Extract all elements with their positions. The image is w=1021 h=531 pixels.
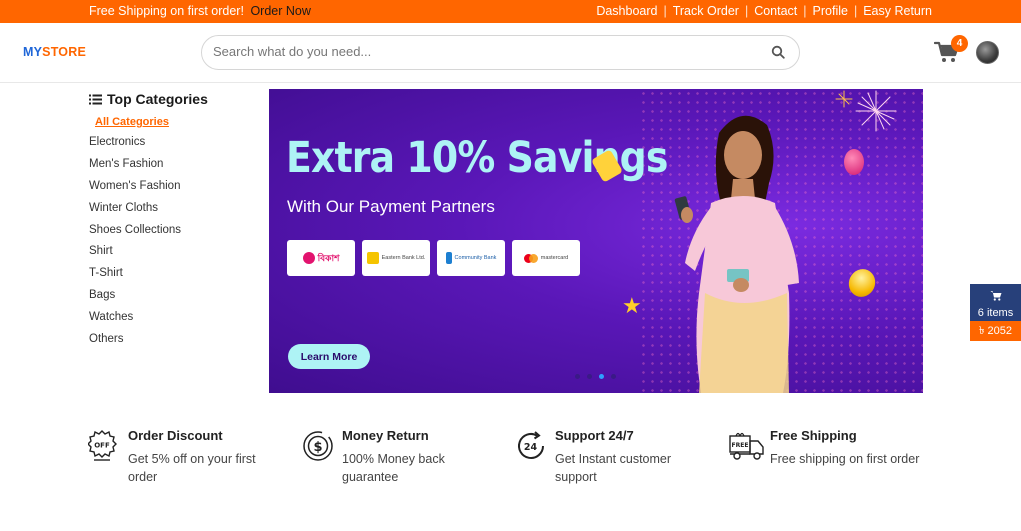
- nav-separator: |: [744, 4, 749, 18]
- top-nav: Dashboard | Track Order | Contact | Prof…: [596, 4, 932, 18]
- list-icon: [89, 94, 102, 104]
- carousel-indicators: [575, 374, 623, 379]
- cart-count-badge: 4: [951, 35, 968, 52]
- category-list: Electronics Men's Fashion Women's Fashio…: [89, 132, 259, 351]
- partner-logo-community-bank: Community Bank: [437, 240, 505, 276]
- payment-partners: বিকাশ Eastern Bank Ltd. Community Bank m…: [287, 240, 587, 276]
- ornament-decoration: [844, 149, 864, 175]
- svg-text:24: 24: [524, 442, 538, 453]
- category-item-mens-fashion[interactable]: Men's Fashion: [89, 154, 259, 176]
- nav-track-order[interactable]: Track Order: [673, 4, 739, 18]
- bkash-logo-icon: [302, 252, 315, 264]
- floating-cart-widget[interactable]: 6 items ৳ 2052: [970, 284, 1021, 341]
- floating-cart-item-count: 6 items: [977, 307, 1014, 319]
- partner-logo-mastercard: mastercard: [512, 240, 580, 276]
- carousel-dot[interactable]: [575, 374, 580, 379]
- feature-title: Free Shipping: [770, 428, 857, 443]
- search-icon[interactable]: [771, 45, 785, 59]
- search-input[interactable]: [213, 44, 753, 59]
- feature-description: Get Instant customer support: [555, 452, 672, 484]
- top-announcement-bar: Free Shipping on first order! Order Now …: [0, 0, 1021, 23]
- partner-name: Eastern Bank Ltd.: [381, 255, 426, 261]
- category-item-electronics[interactable]: Electronics: [89, 132, 259, 154]
- money-return-icon: $: [303, 431, 333, 461]
- model-illustration: [674, 115, 799, 393]
- feature-title: Support 24/7: [555, 428, 634, 443]
- nav-profile[interactable]: Profile: [813, 4, 848, 18]
- all-categories-link[interactable]: All Categories: [95, 116, 259, 128]
- partner-name: Community Bank: [454, 255, 497, 261]
- mastercard-logo-icon: [523, 253, 538, 263]
- svg-text:OFF: OFF: [94, 442, 110, 450]
- partner-logo-bkash: বিকাশ: [287, 240, 355, 276]
- star-decoration: ★: [622, 293, 642, 318]
- svg-text:FREE: FREE: [732, 442, 749, 449]
- categories-title: Top Categories: [107, 91, 208, 107]
- search-bar: [201, 35, 800, 70]
- category-item-bags[interactable]: Bags: [89, 285, 259, 307]
- firework-decoration: [835, 90, 897, 132]
- partner-name: বিকাশ: [317, 252, 340, 263]
- nav-separator: |: [803, 4, 807, 18]
- feature-description: Get 5% off on your first order: [128, 452, 256, 484]
- user-avatar[interactable]: [976, 41, 999, 64]
- nav-dashboard[interactable]: Dashboard: [596, 4, 657, 18]
- nav-contact[interactable]: Contact: [754, 4, 797, 18]
- categories-heading: Top Categories: [89, 90, 259, 108]
- category-item-winter-cloths[interactable]: Winter Cloths: [89, 198, 259, 220]
- carousel-dot[interactable]: [587, 374, 592, 379]
- promo-message: Free Shipping on first order! Order Now: [89, 4, 311, 18]
- floating-cart-summary: 6 items: [970, 284, 1021, 321]
- category-item-shirt[interactable]: Shirt: [89, 241, 259, 263]
- category-item-watches[interactable]: Watches: [89, 307, 259, 329]
- order-now-link[interactable]: Order Now: [250, 4, 310, 18]
- community-bank-logo-icon: [445, 252, 452, 264]
- category-item-others[interactable]: Others: [89, 329, 259, 351]
- feature-description: 100% Money back guarantee: [342, 452, 445, 484]
- feature-description: Free shipping on first order: [770, 452, 920, 466]
- partner-logo-ebl: Eastern Bank Ltd.: [362, 240, 430, 276]
- promo-text: Free Shipping on first order!: [89, 4, 244, 18]
- ebl-logo-icon: [366, 252, 379, 264]
- partner-name: mastercard: [540, 255, 569, 261]
- delivery-truck-icon: FREE: [729, 432, 764, 460]
- banner-subheadline: With Our Payment Partners: [287, 197, 495, 216]
- category-item-womens-fashion[interactable]: Women's Fashion: [89, 176, 259, 198]
- feature-title: Order Discount: [128, 428, 223, 443]
- nav-separator: |: [663, 4, 667, 18]
- category-item-shoes[interactable]: Shoes Collections: [89, 220, 259, 242]
- hero-banner-carousel[interactable]: Extra 10% Savings With Our Payment Partn…: [269, 89, 923, 393]
- learn-more-button[interactable]: Learn More: [288, 344, 370, 369]
- floating-cart-total: ৳ 2052: [970, 321, 1021, 341]
- svg-text:$: $: [313, 440, 322, 455]
- site-logo[interactable]: MYSTORE: [23, 45, 86, 59]
- feature-title: Money Return: [342, 428, 429, 443]
- category-item-t-shirt[interactable]: T-Shirt: [89, 263, 259, 285]
- support-24-icon: 24: [518, 431, 544, 459]
- discount-badge-icon: OFF: [88, 430, 117, 461]
- nav-easy-return[interactable]: Easy Return: [863, 4, 932, 18]
- carousel-dot-active[interactable]: [599, 374, 604, 379]
- logo-store: STORE: [42, 45, 86, 59]
- carousel-dot[interactable]: [611, 374, 616, 379]
- site-header: MYSTORE 4: [0, 23, 1021, 83]
- logo-my: MY: [23, 45, 43, 59]
- cart-icon: [990, 291, 1001, 301]
- category-sidebar: Top Categories All Categories Electronic…: [89, 90, 259, 351]
- nav-separator: |: [853, 4, 858, 18]
